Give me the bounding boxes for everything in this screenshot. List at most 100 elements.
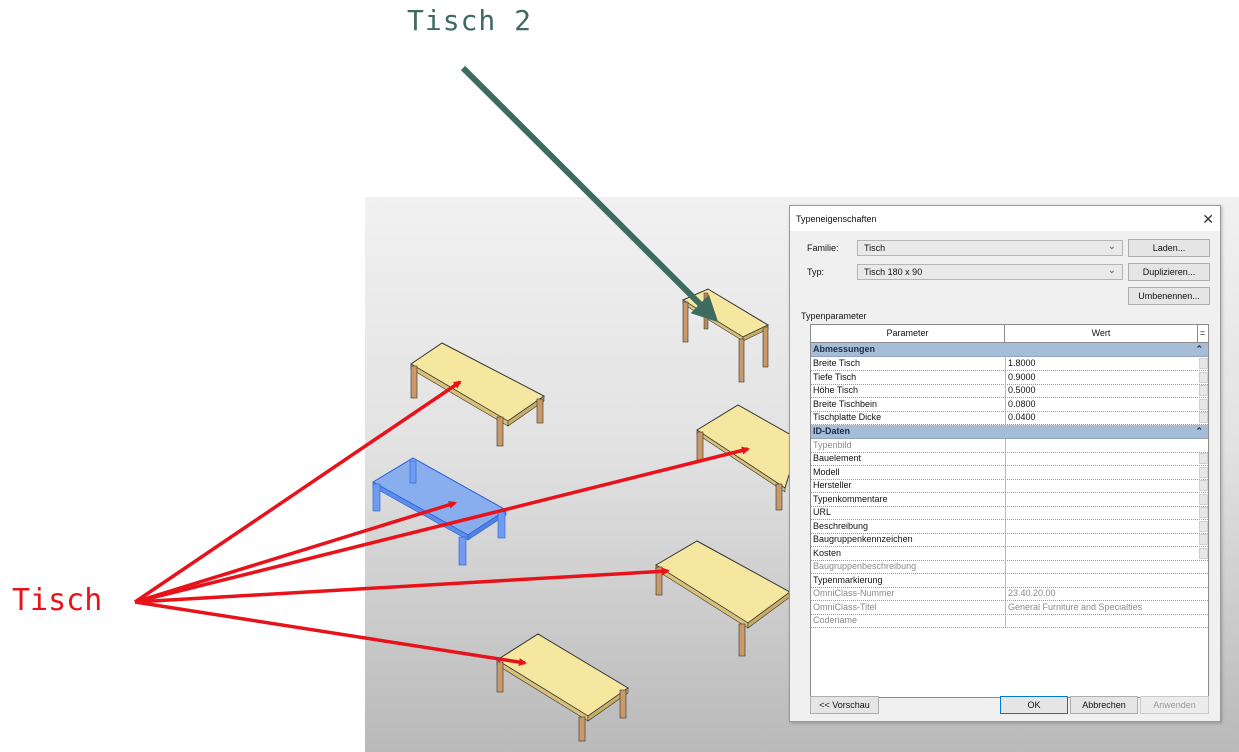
typ-value: Tisch 180 x 90 xyxy=(864,267,923,277)
parameter-name: Codename xyxy=(813,615,858,625)
parameter-value[interactable] xyxy=(1005,519,1198,533)
familie-select[interactable]: Tisch ⌄ xyxy=(857,240,1123,256)
column-header-parameter[interactable]: Parameter xyxy=(811,325,1005,342)
parameter-value[interactable]: 0.5000 xyxy=(1005,384,1198,397)
associate-parameter-button[interactable] xyxy=(1199,385,1208,396)
group-name: Abmessungen xyxy=(813,344,876,354)
parameter-name: Tiefe Tisch xyxy=(813,371,857,382)
associate-parameter-button[interactable] xyxy=(1199,493,1208,505)
parameter-row[interactable]: URL xyxy=(811,506,1208,520)
parameter-name: OmniClass-Nummer xyxy=(813,588,895,598)
parameter-value[interactable]: 0.0800 xyxy=(1005,397,1198,411)
typ-label: Typ: xyxy=(807,267,825,277)
vorschau-button[interactable]: << Vorschau xyxy=(810,696,879,714)
laden-button[interactable]: Laden... xyxy=(1128,239,1210,257)
parameter-row[interactable]: Typenbild xyxy=(811,438,1208,453)
column-equals-icon: = xyxy=(1199,328,1206,338)
chevron-up-icon[interactable]: ⌃ xyxy=(1195,425,1203,438)
parameter-value[interactable]: 1.8000 xyxy=(1005,357,1198,370)
parameter-row[interactable]: OmniClass-Titel General Furniture and Spe… xyxy=(811,600,1208,615)
associate-parameter-button[interactable] xyxy=(1199,358,1208,369)
parameter-row[interactable]: Codename xyxy=(811,614,1208,628)
associate-parameter-button[interactable] xyxy=(1199,412,1208,423)
type-properties-dialog: Typeneigenschaften ✕ Familie: Tisch ⌄ La… xyxy=(789,205,1221,722)
parameter-name: Tischplatte Dicke xyxy=(813,412,882,422)
parameter-name: Hersteller xyxy=(813,480,852,490)
associate-parameter-button[interactable] xyxy=(1199,453,1208,464)
associate-parameter-button[interactable] xyxy=(1199,480,1208,491)
parameter-name: Bauelement xyxy=(813,453,862,463)
parameter-value[interactable] xyxy=(1005,573,1198,587)
parameter-name: Typenmarkierung xyxy=(813,574,883,585)
parameter-value[interactable] xyxy=(1005,465,1198,479)
abbrechen-button[interactable]: Abbrechen xyxy=(1070,696,1138,714)
parameter-row[interactable]: Modell xyxy=(811,465,1208,480)
parameter-row[interactable]: Typenkommentare xyxy=(811,492,1208,507)
parameter-row[interactable]: Breite Tisch 1.8000 xyxy=(811,357,1208,371)
parameter-name: Höhe Tisch xyxy=(813,385,859,395)
parameter-row[interactable]: Beschreibung xyxy=(811,519,1208,534)
column-header-wert[interactable]: Wert xyxy=(1005,325,1198,342)
ok-button[interactable]: OK xyxy=(1000,696,1068,714)
parameter-value[interactable] xyxy=(1005,533,1198,546)
parameter-row[interactable]: OmniClass-Nummer 23.40.20.00 xyxy=(811,587,1208,601)
parameter-value[interactable] xyxy=(1005,546,1198,560)
parameter-value[interactable]: 0.0400 xyxy=(1005,411,1198,424)
parameter-value[interactable]: 0.9000 xyxy=(1005,370,1198,384)
typenparameter-label: Typenparameter xyxy=(801,311,867,321)
parameter-name: Typenkommentare xyxy=(813,493,888,504)
parameter-value xyxy=(1005,560,1198,573)
familie-value: Tisch xyxy=(864,243,886,253)
associate-parameter-button[interactable] xyxy=(1199,466,1208,478)
parameter-row[interactable]: Baugruppenkennzeichen xyxy=(811,533,1208,547)
associate-parameter-button[interactable] xyxy=(1199,534,1208,545)
parameter-row[interactable]: Tischplatte Dicke 0.0400 xyxy=(811,411,1208,425)
associate-parameter-button[interactable] xyxy=(1199,547,1208,559)
parameter-name: Kosten xyxy=(813,547,842,558)
table-tisch-bottom[interactable] xyxy=(496,633,629,742)
parameter-name: Baugruppenkennzeichen xyxy=(813,534,913,544)
umbenennen-button[interactable]: Umbenennen... xyxy=(1128,287,1210,305)
parameter-row[interactable]: Baugruppenbeschreibung xyxy=(811,560,1208,574)
parameter-value[interactable] xyxy=(1005,452,1198,465)
parameter-value xyxy=(1005,438,1198,452)
parameter-name: Modell xyxy=(813,466,840,477)
associate-parameter-button[interactable] xyxy=(1199,507,1208,518)
parameter-value[interactable] xyxy=(1005,492,1198,506)
parameter-value[interactable] xyxy=(1005,479,1198,492)
group-header[interactable]: Abmessungen ⌃ xyxy=(811,343,1208,357)
table-tisch-selected[interactable] xyxy=(372,457,507,566)
duplizieren-button[interactable]: Duplizieren... xyxy=(1128,263,1210,281)
associate-parameter-button[interactable] xyxy=(1199,398,1208,410)
chevron-up-icon[interactable]: ⌃ xyxy=(1195,343,1203,356)
group-name: ID-Daten xyxy=(813,425,851,436)
parameter-name: Breite Tischbein xyxy=(813,398,878,409)
parameter-name: OmniClass-Titel xyxy=(813,601,877,612)
parameter-name: Typenbild xyxy=(813,439,852,450)
dialog-title: Typeneigenschaften xyxy=(796,214,877,224)
parameter-row[interactable]: Typenmarkierung xyxy=(811,573,1208,588)
familie-label: Familie: xyxy=(807,243,839,253)
table-tisch-left-top[interactable] xyxy=(410,342,545,447)
parameter-name: URL xyxy=(813,507,832,517)
chevron-down-icon: ⌄ xyxy=(1107,265,1116,276)
parameter-row[interactable]: Bauelement xyxy=(811,452,1208,466)
parameter-row[interactable]: Kosten xyxy=(811,546,1208,561)
parameter-row[interactable]: Tiefe Tisch 0.9000 xyxy=(811,370,1208,385)
associate-parameter-button[interactable] xyxy=(1199,371,1208,383)
dialog-titlebar: Typeneigenschaften ✕ xyxy=(790,206,1220,231)
parameter-value[interactable] xyxy=(1005,506,1198,519)
parameter-name: Baugruppenbeschreibung xyxy=(813,561,917,571)
parameter-row[interactable]: Breite Tischbein 0.0800 xyxy=(811,397,1208,412)
anwenden-button[interactable]: Anwenden xyxy=(1140,696,1209,714)
parameter-row[interactable]: Hersteller xyxy=(811,479,1208,493)
group-header[interactable]: ID-Daten ⌃ xyxy=(811,424,1208,439)
parameter-value xyxy=(1005,614,1198,627)
associate-parameter-button[interactable] xyxy=(1199,520,1208,532)
chevron-down-icon: ⌄ xyxy=(1107,241,1116,252)
parameter-name: Breite Tisch xyxy=(813,358,861,368)
close-icon[interactable]: ✕ xyxy=(1202,211,1214,228)
table-tisch-right-lower[interactable] xyxy=(655,540,791,657)
typ-select[interactable]: Tisch 180 x 90 ⌄ xyxy=(857,264,1123,280)
parameter-row[interactable]: Höhe Tisch 0.5000 xyxy=(811,384,1208,398)
